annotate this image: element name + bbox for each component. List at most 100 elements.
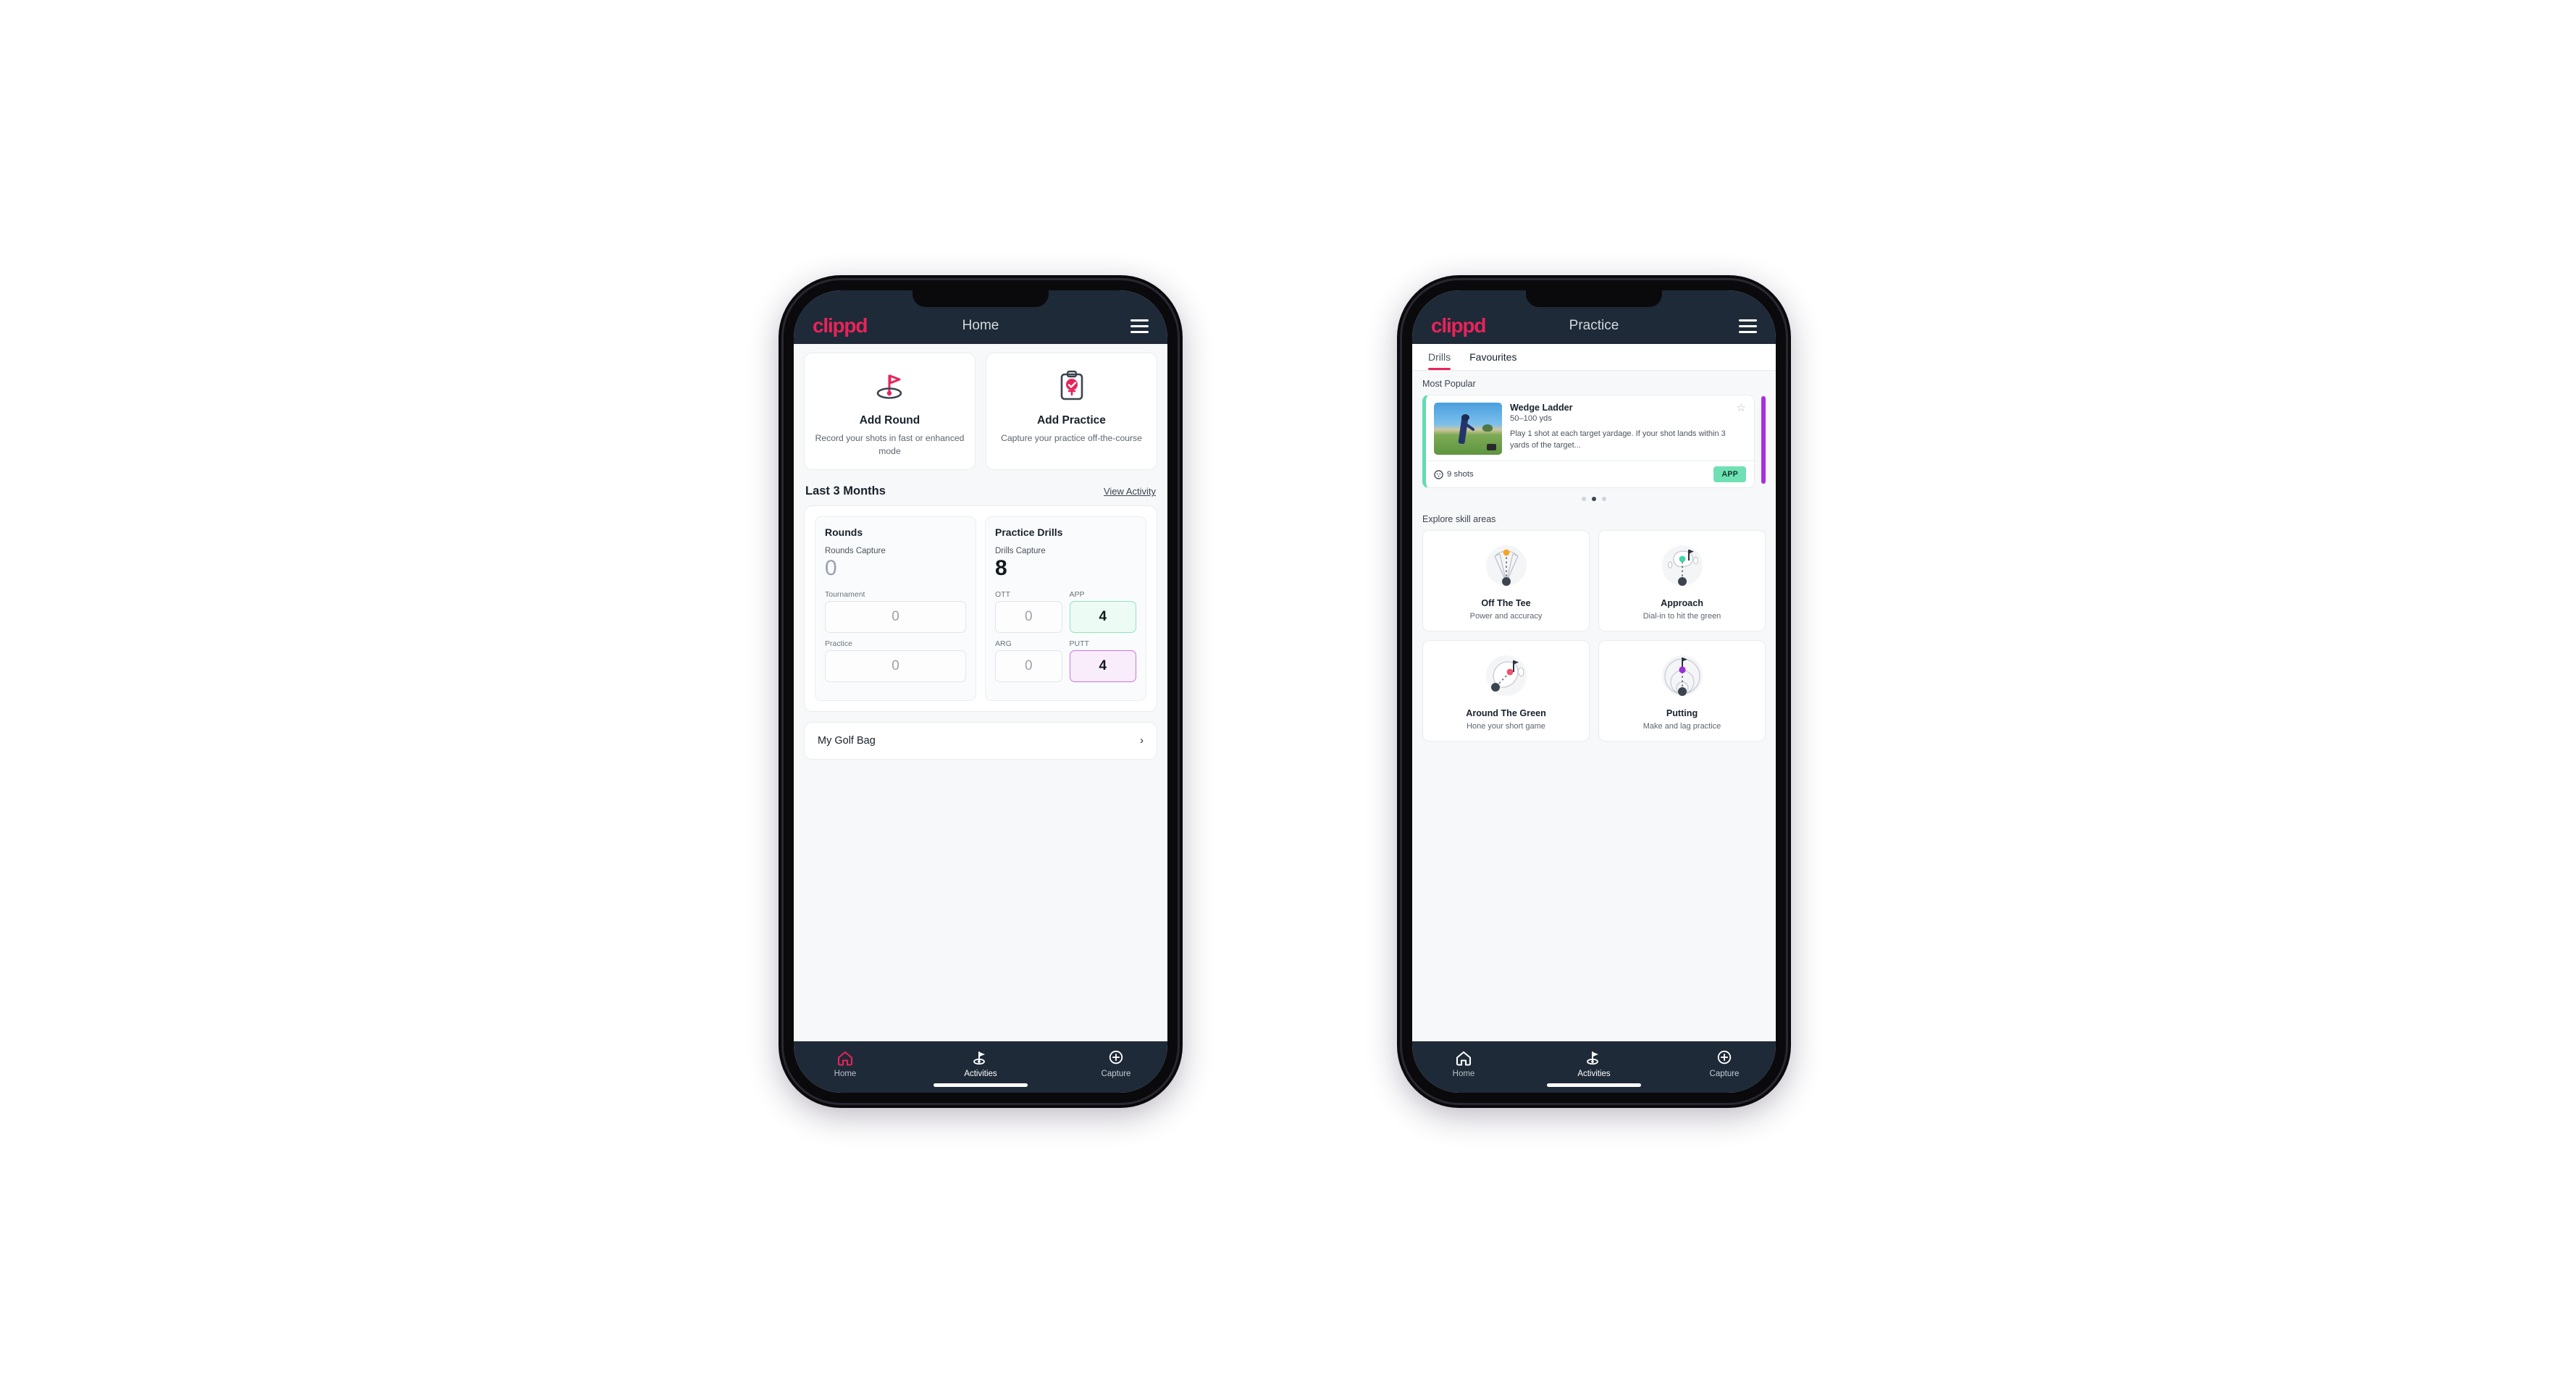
golf-ball-icon (1434, 469, 1443, 479)
chevron-right-icon: › (1140, 734, 1144, 747)
add-round-card[interactable]: Add Round Record your shots in fast or e… (804, 353, 976, 471)
skill-title-off-the-tee: Off The Tee (1481, 598, 1531, 608)
home-icon (837, 1051, 853, 1066)
rounds-column: Rounds Rounds Capture 0 Tournament 0 Pra… (815, 516, 976, 701)
ott-label: OTT (995, 589, 1010, 599)
carousel-dot-2[interactable] (1592, 497, 1596, 501)
nav-activities[interactable]: Activities (1561, 1050, 1627, 1078)
rounds-capture-label: Rounds Capture (825, 547, 886, 556)
last-3-months-header: Last 3 Months View Activity (805, 484, 1156, 498)
add-practice-card[interactable]: Add Practice Capture your practice off-t… (986, 353, 1157, 471)
my-golf-bag-row[interactable]: My Golf Bag › (804, 721, 1157, 760)
carousel-dot-3[interactable] (1602, 497, 1606, 501)
nav-home[interactable]: Home (1431, 1050, 1496, 1078)
tournament-value[interactable]: 0 (825, 600, 966, 633)
rounds-capture-value: 0 (825, 556, 837, 581)
carousel-dot-1[interactable] (1582, 497, 1586, 501)
clipboard-check-icon (994, 368, 1149, 404)
drills-capture-value: 8 (995, 556, 1007, 581)
drill-carousel[interactable]: Wedge Ladder 50–100 yds ☆ Play 1 shot at… (1422, 395, 1766, 488)
drill-yardage: 50–100 yds (1510, 414, 1552, 423)
bottom-nav-home: Home Activities Capture (794, 1041, 1167, 1093)
drills-heading: Practice Drills (995, 526, 1063, 539)
skill-card-approach[interactable]: Approach Dial-in to hit the green (1598, 530, 1766, 631)
phone-mockup-home: clippd Home Add Round Record your shots … (779, 275, 1183, 1108)
skill-areas-grid: Off The Tee Power and accuracy Approach … (1422, 530, 1766, 742)
tab-favourites[interactable]: Favourites (1469, 351, 1516, 370)
nav-activities-label: Activities (964, 1070, 997, 1078)
app-value[interactable]: 4 (1069, 600, 1136, 633)
device-notch (1526, 290, 1662, 307)
next-card-peek[interactable] (1761, 396, 1766, 484)
carousel-dots[interactable] (1422, 488, 1766, 501)
hamburger-icon[interactable] (1739, 319, 1757, 333)
golf-flag-hole-icon (812, 368, 968, 404)
phone-screen-home: clippd Home Add Round Record your shots … (794, 290, 1167, 1093)
drill-title: Wedge Ladder (1510, 403, 1573, 413)
skill-card-around-the-green[interactable]: Around The Green Hone your short game (1422, 640, 1590, 742)
nav-capture[interactable]: Capture (1083, 1050, 1149, 1078)
add-round-title: Add Round (859, 414, 920, 427)
my-golf-bag-label: My Golf Bag (818, 734, 876, 747)
nav-capture-label: Capture (1709, 1070, 1740, 1078)
nav-home-label: Home (1452, 1070, 1475, 1078)
home-content: Add Round Record your shots in fast or e… (794, 344, 1167, 1041)
section-title: Last 3 Months (805, 484, 886, 498)
skill-desc-putting: Make and lag practice (1642, 722, 1721, 731)
star-outline-icon[interactable]: ☆ (1737, 403, 1746, 413)
tournament-label: Tournament (825, 589, 865, 599)
drill-thumbnail (1434, 403, 1502, 455)
practice-value[interactable]: 0 (825, 650, 966, 682)
putt-label: PUTT (1069, 639, 1089, 648)
skill-card-putting[interactable]: Putting Make and lag practice (1598, 640, 1766, 742)
home-icon (1456, 1051, 1472, 1066)
practice-content: Most Popular Wedge Ladder 50–100 yds ☆ P… (1412, 371, 1776, 1041)
drill-description: Play 1 shot at each target yardage. If y… (1510, 429, 1726, 450)
skill-desc-approach: Dial-in to hit the green (1642, 612, 1721, 621)
add-round-desc: Record your shots in fast or enhanced mo… (815, 433, 965, 456)
app-label: APP (1069, 589, 1085, 599)
bottom-nav-practice: Home Activities Capture (1412, 1041, 1776, 1093)
skill-title-approach: Approach (1661, 598, 1703, 608)
drill-shots: 9 shots (1434, 469, 1474, 479)
rounds-heading: Rounds (825, 526, 863, 539)
screenshot-stage: clippd Home Add Round Record your shots … (0, 0, 2576, 1386)
arg-label: ARG (995, 639, 1012, 648)
add-practice-title: Add Practice (1037, 414, 1106, 427)
view-activity-link[interactable]: View Activity (1104, 486, 1156, 497)
drill-skill-badge: APP (1713, 466, 1746, 482)
phone-screen-practice: clippd Practice Drills Favourites Most P… (1412, 290, 1776, 1093)
off-the-tee-icon (1429, 540, 1583, 591)
most-popular-label: Most Popular (1422, 379, 1476, 389)
nav-capture[interactable]: Capture (1692, 1050, 1757, 1078)
phone-mockup-practice: clippd Practice Drills Favourites Most P… (1397, 275, 1791, 1108)
add-practice-desc: Capture your practice off-the-course (1001, 433, 1142, 443)
home-indicator (934, 1083, 1028, 1087)
device-notch (912, 290, 1049, 307)
practice-drills-column: Practice Drills Drills Capture 8 OTT 0 A… (985, 516, 1146, 701)
clippd-logo[interactable]: clippd (1431, 316, 1486, 336)
golf-flag-icon (973, 1051, 985, 1065)
quick-actions-row: Add Round Record your shots in fast or e… (804, 353, 1157, 471)
clippd-logo[interactable]: clippd (813, 316, 868, 336)
skill-title-around-the-green: Around The Green (1466, 708, 1546, 718)
nav-activities[interactable]: Activities (948, 1050, 1013, 1078)
around-the-green-icon (1429, 650, 1583, 701)
plus-circle-icon (1109, 1050, 1123, 1064)
hamburger-icon[interactable] (1130, 319, 1149, 333)
drill-shots-label: 9 shots (1447, 470, 1474, 479)
approach-icon (1605, 540, 1759, 591)
skill-card-off-the-tee[interactable]: Off The Tee Power and accuracy (1422, 530, 1590, 631)
putting-icon (1605, 650, 1759, 701)
tab-drills[interactable]: Drills (1428, 351, 1451, 370)
nav-home[interactable]: Home (813, 1050, 878, 1078)
home-indicator (1547, 1083, 1641, 1087)
putt-value[interactable]: 4 (1069, 650, 1136, 682)
nav-home-label: Home (834, 1070, 857, 1078)
drill-card-wedge-ladder[interactable]: Wedge Ladder 50–100 yds ☆ Play 1 shot at… (1422, 395, 1755, 488)
ott-value[interactable]: 0 (995, 600, 1062, 633)
golf-flag-icon (1587, 1051, 1598, 1065)
skill-desc-around-the-green: Hone your short game (1467, 722, 1545, 731)
arg-value[interactable]: 0 (995, 650, 1062, 682)
skill-desc-off-the-tee: Power and accuracy (1469, 612, 1543, 621)
